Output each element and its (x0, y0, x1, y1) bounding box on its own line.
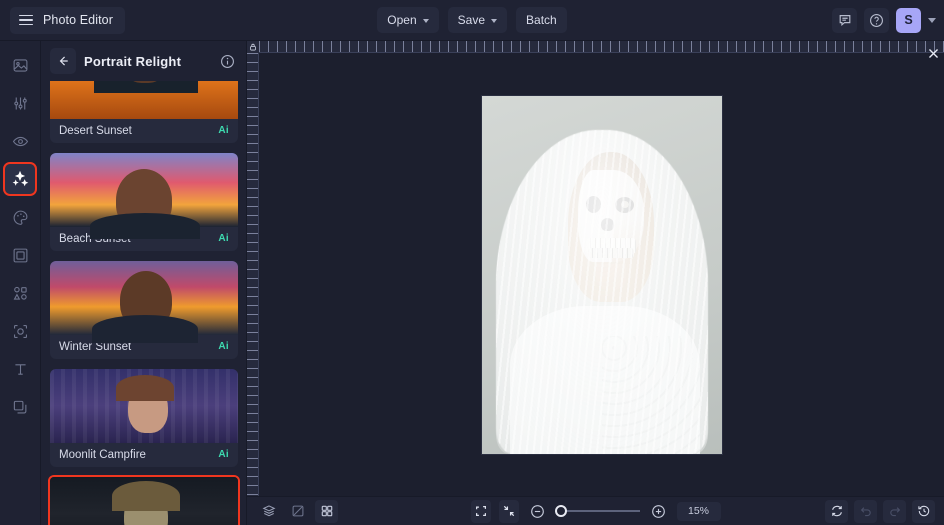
top-bar-tools: Open Save Batch (372, 7, 572, 33)
sidebar-item-frames[interactable] (5, 240, 35, 270)
app-menu-button[interactable]: Photo Editor (10, 6, 125, 34)
top-bar: Photo Editor Open Save Batch S (0, 0, 944, 41)
user-avatar[interactable]: S (896, 7, 921, 33)
save-label: Save (457, 13, 486, 27)
bottom-left-tools (257, 499, 338, 523)
panel-title: Portrait Relight (84, 53, 182, 69)
canvas-stage (247, 41, 944, 525)
tool-rail (0, 41, 41, 525)
preset-card-beach-sunset[interactable]: Beach Sunset Ai (50, 153, 238, 251)
undo-button[interactable] (854, 499, 877, 523)
zoom-out-button[interactable] (527, 500, 547, 523)
preset-panel: Portrait Relight Desert Sunset Ai Beach … (41, 41, 247, 525)
ai-badge: Ai (218, 233, 229, 244)
sidebar-item-elements[interactable] (5, 278, 35, 308)
ai-badge: Ai (218, 125, 229, 136)
chevron-down-icon (422, 18, 429, 23)
sidebar-item-ai-tools[interactable] (3, 162, 37, 196)
ruler-vertical[interactable] (247, 53, 259, 496)
preset-label: Desert Sunset (59, 124, 132, 137)
sidebar-item-text[interactable] (5, 354, 35, 384)
hamburger-icon (19, 14, 33, 26)
zoom-level-input[interactable]: 15% (676, 501, 721, 521)
open-label: Open (387, 13, 417, 27)
preset-thumbnail (50, 81, 238, 119)
ruler-horizontal[interactable] (259, 41, 944, 53)
preset-list[interactable]: Desert Sunset Ai Beach Sunset Ai (41, 81, 246, 525)
zoom-slider-track (561, 510, 641, 512)
sidebar-item-adjust[interactable] (5, 88, 35, 118)
actual-size-button[interactable] (498, 499, 520, 523)
batch-button[interactable]: Batch (516, 7, 567, 33)
preset-thumbnail (50, 261, 238, 343)
zoom-slider-handle[interactable] (555, 505, 568, 517)
preset-card-winter-sunset[interactable]: Winter Sunset Ai (50, 261, 238, 359)
ai-badge: Ai (218, 341, 229, 352)
zoom-in-button[interactable] (648, 500, 668, 523)
open-button[interactable]: Open (377, 7, 439, 33)
preset-card-desert-sunset[interactable]: Desert Sunset Ai (50, 81, 238, 143)
chevron-down-icon[interactable] (928, 17, 936, 23)
preset-thumbnail (50, 477, 238, 525)
grid-view-button[interactable] (315, 499, 338, 523)
info-circle-icon[interactable] (217, 51, 237, 71)
feedback-button[interactable] (832, 7, 857, 33)
preset-card-ghost-story[interactable]: Ghost Story Ai (48, 475, 240, 525)
preset-thumbnail (50, 369, 238, 443)
sidebar-item-layers[interactable] (5, 392, 35, 422)
top-bar-right: S (832, 7, 936, 33)
ruler-lock-icon[interactable] (247, 41, 259, 53)
batch-label: Batch (526, 13, 557, 27)
bottom-bar: 15% (247, 496, 944, 525)
ai-badge: Ai (218, 449, 229, 460)
zoom-slider[interactable] (555, 504, 641, 518)
save-button[interactable]: Save (447, 7, 508, 33)
zoom-controls: 15% (470, 499, 721, 523)
canvas-viewport[interactable] (259, 53, 944, 496)
preset-card-footer: Moonlit Campfire Ai (50, 443, 238, 467)
panel-header: Portrait Relight (41, 41, 246, 81)
compare-button[interactable] (286, 500, 309, 523)
photo-editor-app: Photo Editor Open Save Batch S Portrait … (0, 0, 944, 525)
sidebar-item-enhance[interactable] (5, 316, 35, 346)
help-button[interactable] (864, 7, 889, 33)
sidebar-item-effects[interactable] (5, 202, 35, 232)
chevron-down-icon (491, 18, 498, 23)
reset-button[interactable] (825, 499, 848, 523)
layers-button[interactable] (257, 500, 280, 523)
sidebar-item-retouch[interactable] (5, 126, 35, 156)
redo-button[interactable] (883, 499, 906, 523)
app-title: Photo Editor (43, 13, 113, 27)
fit-to-screen-button[interactable] (470, 499, 491, 523)
sidebar-item-image[interactable] (5, 50, 35, 80)
history-controls (825, 499, 935, 523)
history-button[interactable] (912, 499, 935, 523)
photo-canvas[interactable] (481, 95, 722, 454)
preset-label: Moonlit Campfire (59, 448, 146, 461)
close-document-button[interactable] (924, 44, 942, 62)
preset-card-moonlit-campfire[interactable]: Moonlit Campfire Ai (50, 369, 238, 467)
preset-thumbnail (50, 153, 238, 239)
back-button[interactable] (50, 48, 76, 74)
preset-card-footer: Desert Sunset Ai (50, 119, 238, 143)
